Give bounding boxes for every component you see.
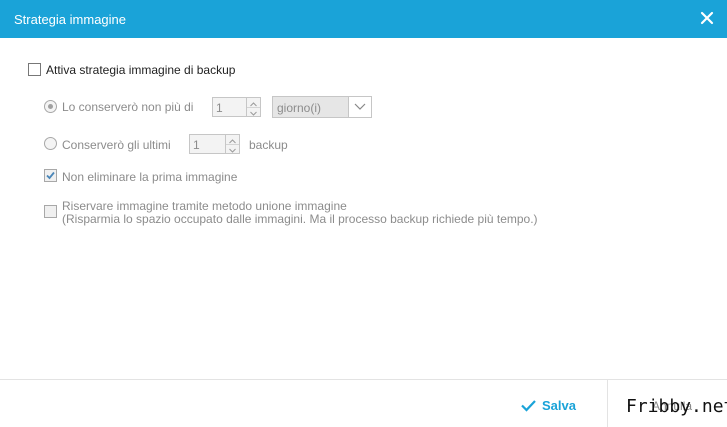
watermark: Fribby.net [626,396,727,417]
keep-days-stepper[interactable]: 1 [212,97,261,117]
stepper-down-icon[interactable] [247,107,260,116]
dialog-titlebar: Strategia immagine [0,0,727,38]
keep-last-stepper-buttons [225,135,239,153]
keep-days-radio[interactable] [44,100,57,113]
keep-days-value: 1 [216,101,223,115]
keep-last-value: 1 [193,138,200,152]
merge-images-checkbox[interactable] [44,205,57,218]
keep-last-radio[interactable] [44,137,57,150]
check-icon [520,399,537,415]
radio-selected-dot [48,104,53,109]
enable-strategy-checkbox[interactable] [28,63,41,76]
no-delete-first-checkbox[interactable] [44,169,57,182]
keep-days-label: Lo conserverò non più di [62,100,194,114]
chevron-down-icon[interactable] [348,97,371,117]
footer-divider [0,379,727,380]
enable-strategy-label: Attiva strategia immagine di backup [46,63,236,77]
no-delete-first-label: Non eliminare la prima immagine [62,170,238,184]
save-button[interactable]: Salva [520,398,590,414]
stepper-down-icon[interactable] [226,144,239,153]
close-icon[interactable] [700,11,714,25]
unit-select[interactable]: giorno(i) [272,96,372,118]
dialog-title: Strategia immagine [14,12,126,27]
keep-last-suffix: backup [249,138,288,152]
unit-select-value: giorno(i) [277,101,322,115]
footer-button-divider [607,380,608,427]
keep-last-stepper[interactable]: 1 [189,134,240,154]
keep-days-stepper-buttons [246,98,260,116]
keep-last-label: Conserverò gli ultimi [62,138,171,152]
checkmark-icon [46,171,55,180]
merge-images-label: Riservare immagine tramite metodo unione… [62,199,347,213]
save-button-label: Salva [542,398,576,413]
merge-images-description: (Risparmia lo spazio occupato dalle imma… [62,212,538,226]
